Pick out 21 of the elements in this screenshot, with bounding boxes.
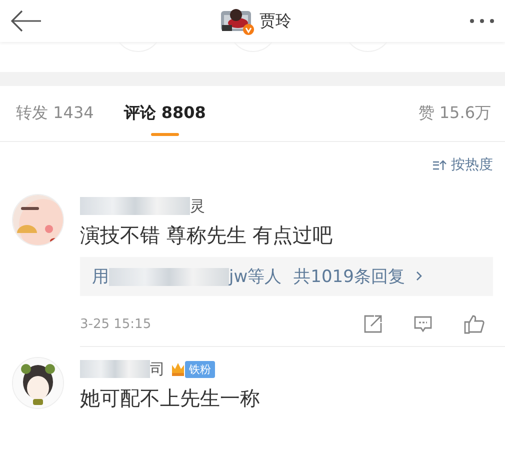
comment-time: 3-25 15:15	[80, 316, 152, 332]
like-icon[interactable]	[463, 314, 485, 334]
fan-badge: 铁粉	[185, 360, 215, 378]
sort-button[interactable]: 按热度	[433, 156, 493, 174]
comment-text: 演技不错 尊称先生 有点过吧	[80, 222, 334, 249]
username[interactable]: 司	[150, 360, 165, 378]
comment-text: 她可配不上先生一称	[80, 385, 261, 412]
back-icon[interactable]	[10, 9, 42, 33]
likes-count[interactable]: 赞 15.6万	[418, 103, 491, 124]
replies-summary[interactable]: 用 jw等人 共1019条回复	[80, 257, 493, 296]
share-icon[interactable]	[363, 314, 383, 334]
more-icon[interactable]	[469, 18, 495, 24]
blurred-name-drawing	[80, 360, 150, 378]
sort-icon	[433, 159, 447, 171]
username[interactable]: 灵	[190, 196, 205, 216]
tab[interactable]: 转发 1434	[14, 99, 96, 138]
tab[interactable]: 评论 8808	[122, 99, 208, 138]
chevron-icon	[414, 270, 423, 282]
comment-icon[interactable]	[413, 314, 433, 334]
crown-icon	[171, 361, 185, 377]
account-name: 贾玲	[260, 10, 292, 32]
